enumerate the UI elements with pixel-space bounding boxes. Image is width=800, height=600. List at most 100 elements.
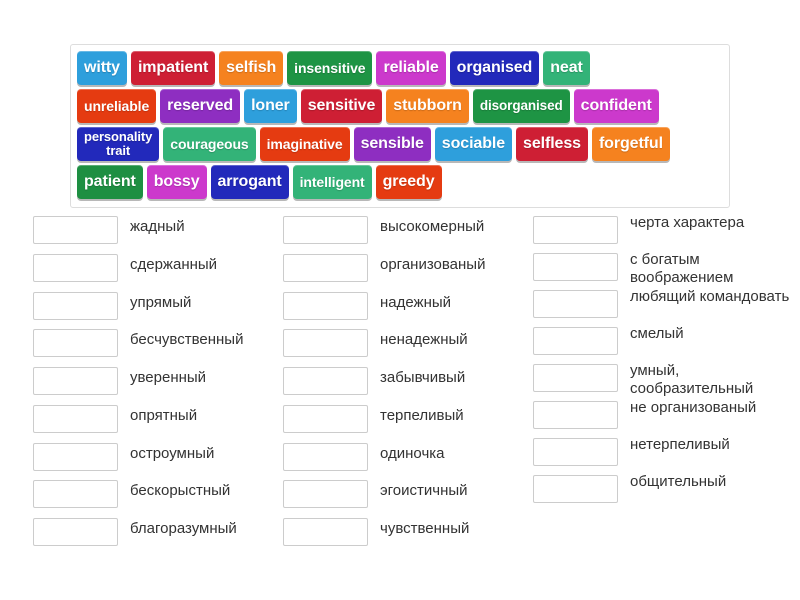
drop-box[interactable] [33,291,118,320]
word-tile-patient[interactable]: patient [77,165,143,199]
word-tile-line: trait [106,143,131,158]
word-tile-sensitive[interactable]: sensitive [300,89,383,123]
answer-row: опрятный [33,401,250,439]
drop-box[interactable] [283,518,368,547]
word-tile-insensitive[interactable]: insensitive [287,51,373,85]
answer-label: надежный [380,293,452,311]
drop-box[interactable] [283,442,368,471]
word-tile-selfish[interactable]: selfish [219,51,284,85]
drop-box[interactable] [33,518,118,547]
answer-prompt-columns: жадный сдержанный упрямый бесчувственный уве… [0,212,800,552]
answer-row: бесчувственный [33,325,250,363]
answer-label: общительный [630,473,727,490]
word-tile-unreliable[interactable]: unreliable [77,89,157,123]
answer-label: бескорыстный [130,482,231,500]
drop-box[interactable] [533,290,618,318]
answer-column-1: жадный сдержанный упрямый бесчувственный уве… [0,212,250,552]
drop-box[interactable] [33,253,118,282]
answer-row: общительный [533,471,800,508]
drop-box[interactable] [283,367,368,396]
answer-label: организованый [380,255,486,273]
answer-row: умный, сообразительный [533,360,800,397]
answer-label: нетерпеливый [630,436,730,453]
drop-box[interactable] [283,291,368,320]
word-tile-bank: witty impatient selfish insensitive reliable… [70,44,730,208]
word-tile-selfless[interactable]: selfless [516,127,588,161]
drop-box[interactable] [33,367,118,396]
word-tile-forgetful[interactable]: forgetful [591,127,670,161]
answer-label: высокомерный [380,218,485,235]
drop-box[interactable] [283,329,368,358]
word-tile-reserved[interactable]: reserved [160,89,241,123]
drop-box[interactable] [283,216,368,244]
drop-box[interactable] [533,401,618,429]
answer-row: эгоистичный [283,476,500,514]
answer-row: черта характера [533,212,800,249]
word-tile-confident[interactable]: confident [573,89,659,123]
answer-label: смелый [630,325,684,342]
drop-box[interactable] [33,480,118,509]
answer-row: жадный [33,212,250,250]
answer-row: высокомерный [283,212,500,250]
word-tile-stubborn[interactable]: stubborn [386,89,469,123]
drop-box[interactable] [33,442,118,471]
drop-box[interactable] [283,404,368,433]
match-up-activity: witty impatient selfish insensitive reliable… [0,0,800,600]
answer-row: смелый [533,323,800,360]
drop-box[interactable] [33,404,118,433]
tile-row: unreliable reserved loner sensitive stubborn… [77,89,723,125]
answer-row: любящий командовать [533,286,800,323]
word-tile-personality-trait[interactable]: personality trait [77,127,160,161]
word-tile-neat[interactable]: neat [543,51,590,85]
answer-label: любящий командовать [630,288,790,305]
word-tile-witty[interactable]: witty [77,51,127,85]
word-tile-sociable[interactable]: sociable [434,127,513,161]
word-tile-courageous[interactable]: courageous [163,127,256,161]
tile-row: personality trait courageous imaginative sen… [77,127,723,163]
drop-box[interactable] [533,364,618,392]
word-tile-organised[interactable]: organised [449,51,540,85]
answer-label: бесчувственный [130,331,244,349]
drop-box[interactable] [533,327,618,355]
drop-box[interactable] [33,329,118,358]
answer-row: упрямый [33,288,250,326]
answer-row: с богатым воображением [533,249,800,286]
answer-row: уверенный [33,363,250,401]
word-tile-imaginative[interactable]: imaginative [259,127,350,161]
answer-row: терпеливый [283,401,500,439]
answer-label: ненадежный [380,331,468,349]
tile-row: witty impatient selfish insensitive reliable… [77,51,723,87]
answer-label: благоразумный [130,520,237,538]
word-tile-arrogant[interactable]: arrogant [210,165,289,199]
drop-box[interactable] [533,216,618,244]
drop-box[interactable] [533,253,618,281]
drop-box[interactable] [283,480,368,509]
answer-row: ненадежный [283,325,500,363]
answer-label: не организованый [630,399,757,416]
word-tile-greedy[interactable]: greedy [375,165,442,199]
answer-row: не организованый [533,397,800,434]
tile-row: patient bossy arrogant intelligent greedy [77,165,723,201]
answer-label: с богатым воображением [630,251,734,287]
word-tile-loner[interactable]: loner [244,89,297,123]
drop-box[interactable] [283,253,368,282]
answer-column-2: высокомерный организованый надежный ненадеж… [250,212,500,552]
answer-label: упрямый [130,293,192,311]
answer-label: сдержанный [130,255,218,273]
answer-row: надежный [283,288,500,326]
drop-box[interactable] [533,438,618,466]
word-tile-impatient[interactable]: impatient [130,51,216,85]
drop-box[interactable] [33,216,118,244]
answer-row: бескорыстный [33,476,250,514]
word-tile-bossy[interactable]: bossy [146,165,207,199]
answer-label: чувственный [380,520,470,538]
word-tile-reliable[interactable]: reliable [376,51,446,85]
answer-label: жадный [130,218,185,235]
word-tile-line: personality [84,129,153,145]
drop-box[interactable] [533,475,618,503]
answer-column-3: черта характера с богатым воображением люб… [500,212,800,552]
answer-label: уверенный [130,369,207,387]
word-tile-disorganised[interactable]: disorganised [472,89,570,123]
word-tile-intelligent[interactable]: intelligent [292,165,372,199]
word-tile-sensible[interactable]: sensible [353,127,431,161]
